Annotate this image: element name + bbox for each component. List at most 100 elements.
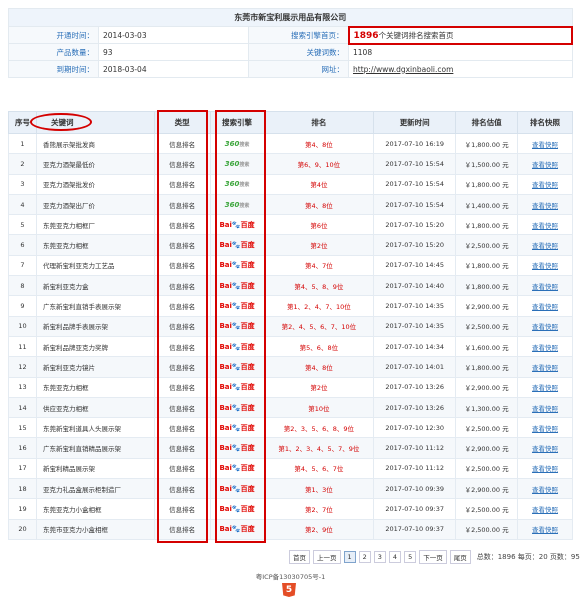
pager-page-3[interactable]: 3: [373, 551, 386, 563]
row-update-time: 2017-07-10 14:35: [373, 315, 457, 337]
view-snapshot-link[interactable]: 查看快照: [532, 222, 558, 230]
engine-home-suffix: 个关键词排名搜索首页: [378, 30, 454, 40]
view-snapshot-link[interactable]: 查看快照: [532, 425, 558, 433]
view-snapshot-link[interactable]: 查看快照: [532, 384, 558, 392]
row-type: 信息排名: [153, 376, 211, 398]
row-engine: Bai🐾百度: [209, 254, 265, 277]
view-snapshot-link[interactable]: 查看快照: [532, 303, 558, 311]
row-keyword: 新宝利品牌亚克力奖牌: [35, 335, 155, 358]
view-snapshot-link[interactable]: 查看快照: [532, 161, 558, 169]
row-keyword: 广东新宝利直销精品展示架: [35, 437, 155, 459]
view-snapshot-link[interactable]: 查看快照: [532, 364, 558, 372]
row-type: 信息排名: [153, 437, 211, 459]
pager-next-button[interactable]: 下一页: [419, 550, 447, 564]
row-rank: 第1、3位: [263, 478, 375, 500]
view-snapshot-link[interactable]: 查看快照: [532, 506, 558, 514]
pager-page-1[interactable]: 1: [343, 551, 356, 563]
row-snapshot: 查看快照: [517, 214, 573, 236]
rank-positions: 4、7: [311, 262, 327, 271]
row-engine: Bai🐾百度: [209, 315, 265, 337]
row-rank: 第1、2、4、7、10位: [263, 295, 375, 317]
row-rank: 第4、8位: [263, 356, 375, 378]
row-no: 14: [8, 396, 37, 419]
row-no: 1: [8, 132, 37, 155]
rank-suffix: 位: [326, 505, 333, 514]
view-snapshot-link[interactable]: 查看快照: [532, 262, 558, 270]
pager-first-button[interactable]: 首页: [289, 550, 310, 564]
rank-positions: 1、2、4、7、10: [293, 303, 345, 312]
row-engine: 360搜索: [209, 132, 265, 155]
rank-positions: 1、3: [311, 485, 327, 494]
view-snapshot-link[interactable]: 查看快照: [532, 486, 558, 494]
row-type: 信息排名: [153, 173, 211, 195]
row-snapshot: 查看快照: [517, 254, 573, 277]
row-keyword: 新宝利亚克力镜片: [35, 356, 155, 378]
row-type: 信息排名: [153, 396, 211, 419]
row-value: ￥1,800.00 元: [455, 275, 519, 297]
row-rank: 第6位: [263, 214, 375, 236]
row-snapshot: 查看快照: [517, 295, 573, 317]
view-snapshot-link[interactable]: 查看快照: [532, 141, 558, 149]
rank-positions: 6、9、10: [304, 160, 334, 169]
row-engine: Bai🐾百度: [209, 396, 265, 419]
table-row: 2 亚克力酒架最低价 信息排名 360搜索 第6、9、10位 2017-07-10 15:…: [8, 153, 573, 175]
view-snapshot-link[interactable]: 查看快照: [532, 242, 558, 250]
col-time-header: 更新时间: [373, 111, 457, 134]
row-update-time: 2017-07-10 15:54: [373, 193, 457, 216]
pager-page-5[interactable]: 5: [404, 551, 417, 563]
row-value: ￥2,500.00 元: [455, 518, 519, 540]
row-keyword: 东莞市亚克力小盒相框: [35, 518, 155, 540]
site-link[interactable]: http://www.dgxinbaoli.com: [353, 65, 453, 74]
row-update-time: 2017-07-10 15:20: [373, 234, 457, 256]
view-snapshot-link[interactable]: 查看快照: [532, 323, 558, 331]
view-snapshot-link[interactable]: 查看快照: [532, 445, 558, 453]
row-keyword: 东莞亚克力相框: [35, 234, 155, 256]
view-snapshot-link[interactable]: 查看快照: [532, 344, 558, 352]
row-rank: 第1、2、3、4、5、7、9位: [263, 437, 375, 459]
row-update-time: 2017-07-10 14:35: [373, 295, 457, 317]
pager-last-button[interactable]: 尾页: [449, 550, 471, 564]
row-no: 9: [8, 295, 37, 317]
row-keyword: 供应亚克力相框: [35, 396, 155, 419]
rank-suffix: 位: [331, 343, 339, 352]
view-snapshot-link[interactable]: 查看快照: [532, 465, 558, 473]
view-snapshot-link[interactable]: 查看快照: [532, 181, 558, 189]
table-row: 16 广东新宝利直销精品展示架 信息排名 Bai🐾百度 第1、2、3、4、5、7、9位 2…: [8, 437, 573, 459]
rank-suffix: 位: [336, 465, 344, 474]
row-value: ￥1,800.00 元: [455, 356, 519, 378]
table-row: 3 亚克力酒架批发价 信息排名 360搜索 第4位 2017-07-10 15:54 ￥1,…: [8, 173, 573, 195]
row-update-time: 2017-07-10 11:12: [373, 457, 457, 480]
view-snapshot-link[interactable]: 查看快照: [532, 283, 558, 291]
row-keyword: 东莞亚克力相框厂: [35, 214, 155, 236]
pager-prev-button[interactable]: 上一页: [313, 550, 341, 564]
row-value: ￥1,800.00 元: [455, 132, 519, 155]
row-keyword: 新宝利亚克力盒: [35, 275, 155, 297]
pager-page-2[interactable]: 2: [358, 551, 371, 563]
baidu-logo-icon: Bai🐾百度: [219, 403, 255, 412]
pager-page-4[interactable]: 4: [388, 551, 402, 563]
view-snapshot-link[interactable]: 查看快照: [532, 405, 558, 413]
col-rank-header: 排名: [263, 111, 375, 134]
row-rank: 第5、6、8位: [263, 335, 375, 358]
baidu-logo-icon: Bai🐾百度: [219, 322, 255, 331]
row-update-time: 2017-07-10 14:40: [373, 275, 457, 297]
baidu-logo-icon: Bai🐾百度: [219, 464, 255, 473]
row-engine: Bai🐾百度: [209, 457, 265, 480]
engine-home-value: 1896个关键词排名搜索首页: [347, 25, 573, 45]
table-row: 4 亚克力酒架出厂价 信息排名 360搜索 第4、8位 2017-07-10 15:54 ￥…: [8, 193, 573, 216]
row-value: ￥1,500.00 元: [455, 153, 519, 175]
expire-value: 2018-03-04: [98, 60, 249, 78]
table-row: 17 新宝利精品展示架 信息排名 Bai🐾百度 第4、5、6、7位 2017-07-10 …: [8, 457, 573, 480]
view-snapshot-link[interactable]: 查看快照: [532, 202, 558, 210]
row-rank: 第4、5、6、7位: [263, 457, 375, 480]
row-snapshot: 查看快照: [517, 234, 573, 256]
col-value-header: 排名估值: [455, 111, 519, 134]
site-label: 网址：: [248, 60, 349, 78]
row-update-time: 2017-07-10 15:54: [373, 153, 457, 175]
row-no: 4: [8, 193, 37, 216]
rank-suffix: 位: [326, 363, 333, 372]
view-snapshot-link[interactable]: 查看快照: [532, 526, 558, 534]
html5-icon: 5: [282, 583, 296, 597]
row-type: 信息排名: [153, 295, 211, 317]
row-snapshot: 查看快照: [517, 417, 573, 439]
